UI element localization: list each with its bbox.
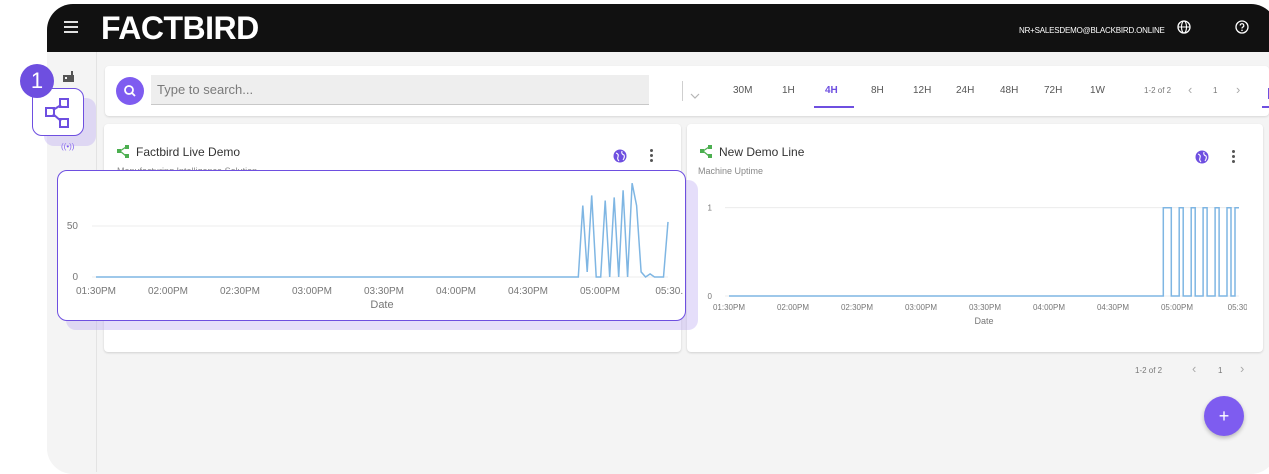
chevron-left-icon[interactable]: ‹	[1188, 82, 1192, 97]
time-range-1w[interactable]: 1W	[1090, 85, 1105, 96]
x-tick-label: 03:30PM	[969, 303, 1001, 312]
dropdown-divider	[682, 81, 683, 101]
x-tick-label: 05:30...	[1228, 303, 1247, 312]
pagination-page[interactable]: 1	[1213, 86, 1217, 95]
x-tick-label: 02:00PM	[148, 286, 188, 297]
x-tick-label: 05:00PM	[580, 286, 620, 297]
x-tick-label: 04:00PM	[436, 286, 476, 297]
more-vert-icon[interactable]	[1232, 150, 1238, 165]
y-tick-label: 0	[708, 292, 713, 301]
x-tick-label: 01:30PM	[76, 286, 116, 297]
live-demo-chart: 0 50 01:30PM 02:00PM 02:30PM 03:00PM 03:30PM 04…	[67, 183, 684, 311]
line-hierarchy-icon	[700, 145, 713, 163]
factbird-logo: FACTBIRD	[101, 10, 259, 46]
x-axis-label: Date	[974, 316, 993, 326]
y-tick-label: 1	[708, 204, 713, 213]
x-tick-label: 02:00PM	[777, 303, 809, 312]
card-title: Factbird Live Demo	[136, 145, 241, 159]
x-tick-label: 03:30PM	[364, 286, 404, 297]
device-icon[interactable]	[62, 70, 76, 88]
x-tick-label: 01:30PM	[713, 303, 745, 312]
globe-icon[interactable]	[1177, 20, 1191, 39]
chevron-right-icon[interactable]: ›	[1236, 82, 1240, 97]
time-range-30m[interactable]: 30M	[733, 85, 752, 96]
time-range-48h[interactable]: 48H	[1000, 85, 1018, 96]
search-icon[interactable]	[116, 77, 144, 105]
highlighted-chart-region[interactable]: 0 50 01:30PM 02:00PM 02:30PM 03:00PM 03:30PM 04…	[57, 170, 686, 321]
pagination-page-bottom[interactable]: 1	[1218, 366, 1222, 375]
card-title: New Demo Line	[719, 145, 805, 159]
step-badge: 1	[20, 64, 54, 98]
x-axis-label: Date	[370, 299, 393, 311]
x-tick-label: 02:30PM	[841, 303, 873, 312]
globe-icon[interactable]	[1195, 150, 1209, 169]
search-filter-bar: 30M 1H 4H 8H 12H 24H 48H 72H 1W 1-2 of 2…	[105, 66, 1269, 116]
card-subtitle: Machine Uptime	[698, 166, 764, 176]
globe-icon[interactable]	[613, 149, 627, 168]
x-tick-label: 04:30PM	[1097, 303, 1129, 312]
x-tick-label: 03:00PM	[292, 286, 332, 297]
active-range-indicator	[814, 106, 854, 108]
series-line	[729, 206, 1239, 297]
chevron-left-icon[interactable]: ‹	[1192, 361, 1196, 376]
y-tick-label: 0	[72, 272, 78, 283]
user-email[interactable]: NR+SALESDEMO@BLACKBIRD.ONLINE	[1019, 26, 1165, 35]
time-range-8h[interactable]: 8H	[871, 85, 884, 96]
time-range-4h[interactable]: 4H	[825, 85, 838, 96]
time-range-24h[interactable]: 24H	[956, 85, 974, 96]
help-circle-icon[interactable]	[1235, 20, 1249, 39]
chevron-down-icon[interactable]	[690, 86, 700, 104]
time-range-1h[interactable]: 1H	[782, 85, 795, 96]
x-tick-label: 04:00PM	[1033, 303, 1065, 312]
top-bar: FACTBIRD NR+SALESDEMO@BLACKBIRD.ONLINE	[47, 4, 1269, 52]
line-card-new-demo-line[interactable]: New Demo Line Machine Uptime 0 1 01:30PM 02…	[687, 124, 1263, 352]
x-tick-label: 05:30...	[655, 286, 684, 297]
uptime-chart: 0 1 01:30PM 02:00PM 02:30PM 03:00PM 03:30PM 04:…	[708, 204, 1247, 326]
pagination-range-bottom: 1-2 of 2	[1135, 366, 1163, 375]
search-input[interactable]	[151, 75, 649, 105]
line-hierarchy-icon	[117, 145, 130, 163]
view-toggle-indicator	[1262, 106, 1269, 108]
y-tick-label: 50	[67, 221, 79, 232]
x-tick-label: 02:30PM	[220, 286, 260, 297]
more-vert-icon[interactable]	[650, 149, 656, 164]
hamburger-menu-icon[interactable]	[64, 21, 78, 33]
x-tick-label: 05:00PM	[1161, 303, 1193, 312]
chevron-right-icon[interactable]: ›	[1240, 361, 1244, 376]
x-tick-label: 03:00PM	[905, 303, 937, 312]
add-button[interactable]: +	[1204, 396, 1244, 436]
x-tick-label: 04:30PM	[508, 286, 548, 297]
time-range-72h[interactable]: 72H	[1044, 85, 1062, 96]
series-line	[96, 183, 669, 278]
pagination-range: 1-2 of 2	[1144, 86, 1172, 95]
time-range-12h[interactable]: 12H	[913, 85, 931, 96]
